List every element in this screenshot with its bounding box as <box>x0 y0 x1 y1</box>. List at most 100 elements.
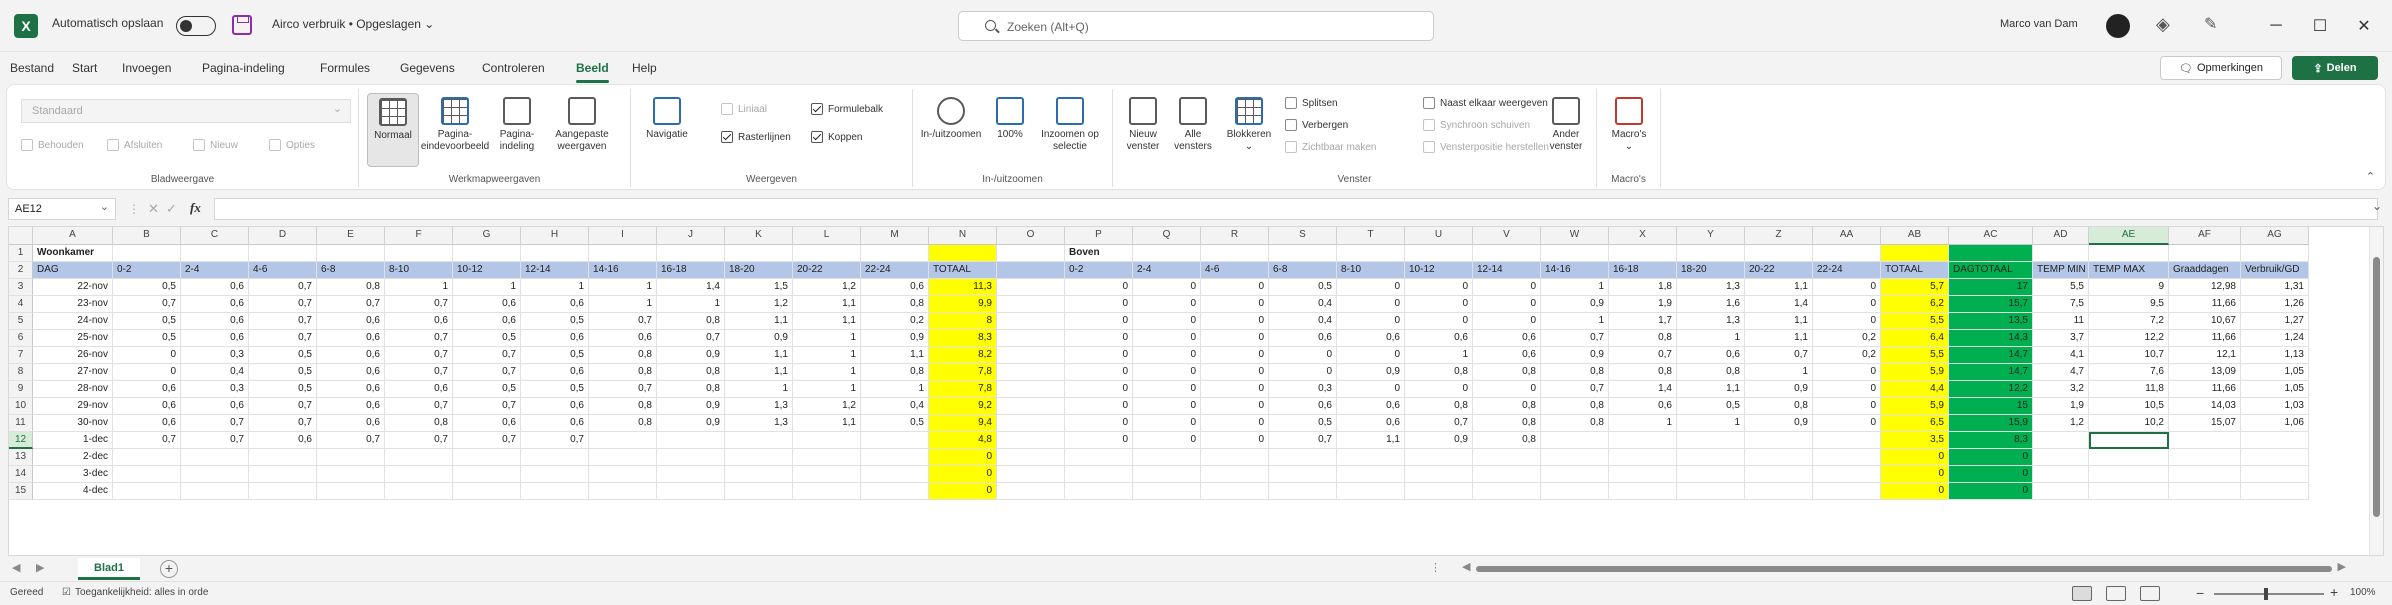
cell[interactable]: 1,27 <box>2241 313 2309 330</box>
cell[interactable] <box>521 245 589 262</box>
cell[interactable]: 3-dec <box>33 466 113 483</box>
cell[interactable]: 0,5 <box>1269 415 1337 432</box>
cell[interactable]: 0 <box>1133 296 1201 313</box>
cell[interactable]: 0 <box>1133 330 1201 347</box>
scroll-thumb[interactable] <box>2373 257 2380 517</box>
tab-start[interactable]: Start <box>72 61 97 75</box>
cell[interactable]: 0,8 <box>1541 415 1609 432</box>
column-label[interactable]: 10-12 <box>1405 262 1473 279</box>
column-label[interactable]: 12-14 <box>1473 262 1541 279</box>
cell[interactable]: 1 <box>1541 279 1609 296</box>
cell[interactable]: 0,3 <box>181 381 249 398</box>
cell[interactable]: 0,9 <box>1745 415 1813 432</box>
cell[interactable]: 0 <box>929 449 997 466</box>
cell[interactable]: 0,5 <box>113 279 181 296</box>
tab-gegevens[interactable]: Gegevens <box>400 61 455 75</box>
cell[interactable] <box>1813 449 1881 466</box>
cell[interactable]: 1 <box>385 279 453 296</box>
cell[interactable]: 7,5 <box>2033 296 2089 313</box>
page-break-button[interactable]: Pagina-eindevoorbeeld <box>421 97 489 153</box>
row-header-2[interactable]: 2 <box>9 262 33 279</box>
cell[interactable]: 0,6 <box>521 296 589 313</box>
cell[interactable]: 0,6 <box>249 432 317 449</box>
new-view-button[interactable]: Nieuw <box>193 139 238 151</box>
cell[interactable]: 0,7 <box>249 279 317 296</box>
cell[interactable]: 30-nov <box>33 415 113 432</box>
cell[interactable]: 0,6 <box>453 415 521 432</box>
cancel-icon[interactable]: ✕ <box>148 201 159 217</box>
cell[interactable]: 0,9 <box>657 347 725 364</box>
cell[interactable]: 0 <box>1949 483 2033 500</box>
cell[interactable] <box>1473 483 1541 500</box>
cell[interactable]: 0 <box>1133 279 1201 296</box>
cell[interactable]: 0,6 <box>1337 415 1405 432</box>
cell[interactable]: 1,1 <box>1745 279 1813 296</box>
cell[interactable] <box>113 483 181 500</box>
column-header-af[interactable]: AF <box>2169 227 2241 245</box>
cell[interactable]: 1 <box>589 279 657 296</box>
cell[interactable]: 0,9 <box>1541 296 1609 313</box>
cell[interactable]: 0,5 <box>521 381 589 398</box>
column-label[interactable]: TOTAAL <box>929 262 997 279</box>
cell[interactable] <box>385 483 453 500</box>
cell[interactable]: 15 <box>1949 398 2033 415</box>
cell[interactable]: 0,5 <box>453 381 521 398</box>
cell[interactable]: 22-nov <box>33 279 113 296</box>
cell[interactable]: 0,8 <box>589 347 657 364</box>
cell[interactable] <box>2241 449 2309 466</box>
cell[interactable]: 0,2 <box>861 313 929 330</box>
user-name[interactable]: Marco van Dam <box>2000 18 2078 30</box>
cell[interactable]: 0,7 <box>181 432 249 449</box>
cell[interactable]: 0,6 <box>521 415 589 432</box>
cell[interactable] <box>589 483 657 500</box>
cell[interactable]: 0,7 <box>589 313 657 330</box>
cell[interactable]: 0 <box>1813 364 1881 381</box>
cell[interactable]: 1,9 <box>1609 296 1677 313</box>
sync-scroll-button[interactable]: Synchroon schuiven <box>1423 119 1530 131</box>
cell[interactable] <box>181 466 249 483</box>
cell[interactable]: 0 <box>1337 313 1405 330</box>
cell[interactable]: 0,7 <box>1405 415 1473 432</box>
cell[interactable]: 1 <box>1541 313 1609 330</box>
cell[interactable]: 0,5 <box>453 330 521 347</box>
cell[interactable]: 1,4 <box>657 279 725 296</box>
cell[interactable]: 1,2 <box>2033 415 2089 432</box>
cell[interactable]: 2-dec <box>33 449 113 466</box>
cell[interactable]: 0 <box>1133 347 1201 364</box>
cell[interactable]: 4-dec <box>33 483 113 500</box>
cell[interactable]: 0 <box>929 466 997 483</box>
reset-position-button[interactable]: Vensterpositie herstellen <box>1423 141 1549 153</box>
cell[interactable]: 0 <box>1201 296 1269 313</box>
cell[interactable]: 0,8 <box>1609 364 1677 381</box>
cell[interactable]: 11,66 <box>2169 381 2241 398</box>
cell[interactable]: 7,2 <box>2089 313 2169 330</box>
confirm-icon[interactable]: ✓ <box>166 201 177 217</box>
cell[interactable] <box>1609 466 1677 483</box>
column-label[interactable]: 22-24 <box>861 262 929 279</box>
column-header-w[interactable]: W <box>1541 227 1609 245</box>
cell[interactable]: 0,5 <box>521 313 589 330</box>
horizontal-scroll-thumb[interactable] <box>1476 566 2332 572</box>
minimize-button[interactable]: ─ <box>2254 12 2298 40</box>
cell[interactable]: 17 <box>1949 279 2033 296</box>
cell[interactable]: 0,8 <box>1541 398 1609 415</box>
accessibility-status[interactable]: ☑ Toegankelijkheid: alles in orde <box>62 587 208 598</box>
column-header-ae[interactable]: AE <box>2089 227 2169 245</box>
cell[interactable]: 11,3 <box>929 279 997 296</box>
cell[interactable]: 0,6 <box>1405 330 1473 347</box>
cell[interactable] <box>997 466 1065 483</box>
cell[interactable]: 0,7 <box>181 415 249 432</box>
autosave-toggle[interactable] <box>176 16 216 36</box>
column-label[interactable]: TEMP MAX <box>2089 262 2169 279</box>
tab-controleren[interactable]: Controleren <box>482 61 545 75</box>
cell[interactable]: 0 <box>113 347 181 364</box>
cell[interactable]: 0 <box>1813 313 1881 330</box>
cell[interactable]: 0,6 <box>589 330 657 347</box>
cell[interactable]: 10,5 <box>2089 398 2169 415</box>
cell[interactable]: 0 <box>1201 347 1269 364</box>
column-header-v[interactable]: V <box>1473 227 1541 245</box>
cell[interactable]: 0 <box>1337 381 1405 398</box>
column-label[interactable]: 12-14 <box>521 262 589 279</box>
cell[interactable]: 0,5 <box>1677 398 1745 415</box>
cell[interactable]: 0 <box>1813 415 1881 432</box>
